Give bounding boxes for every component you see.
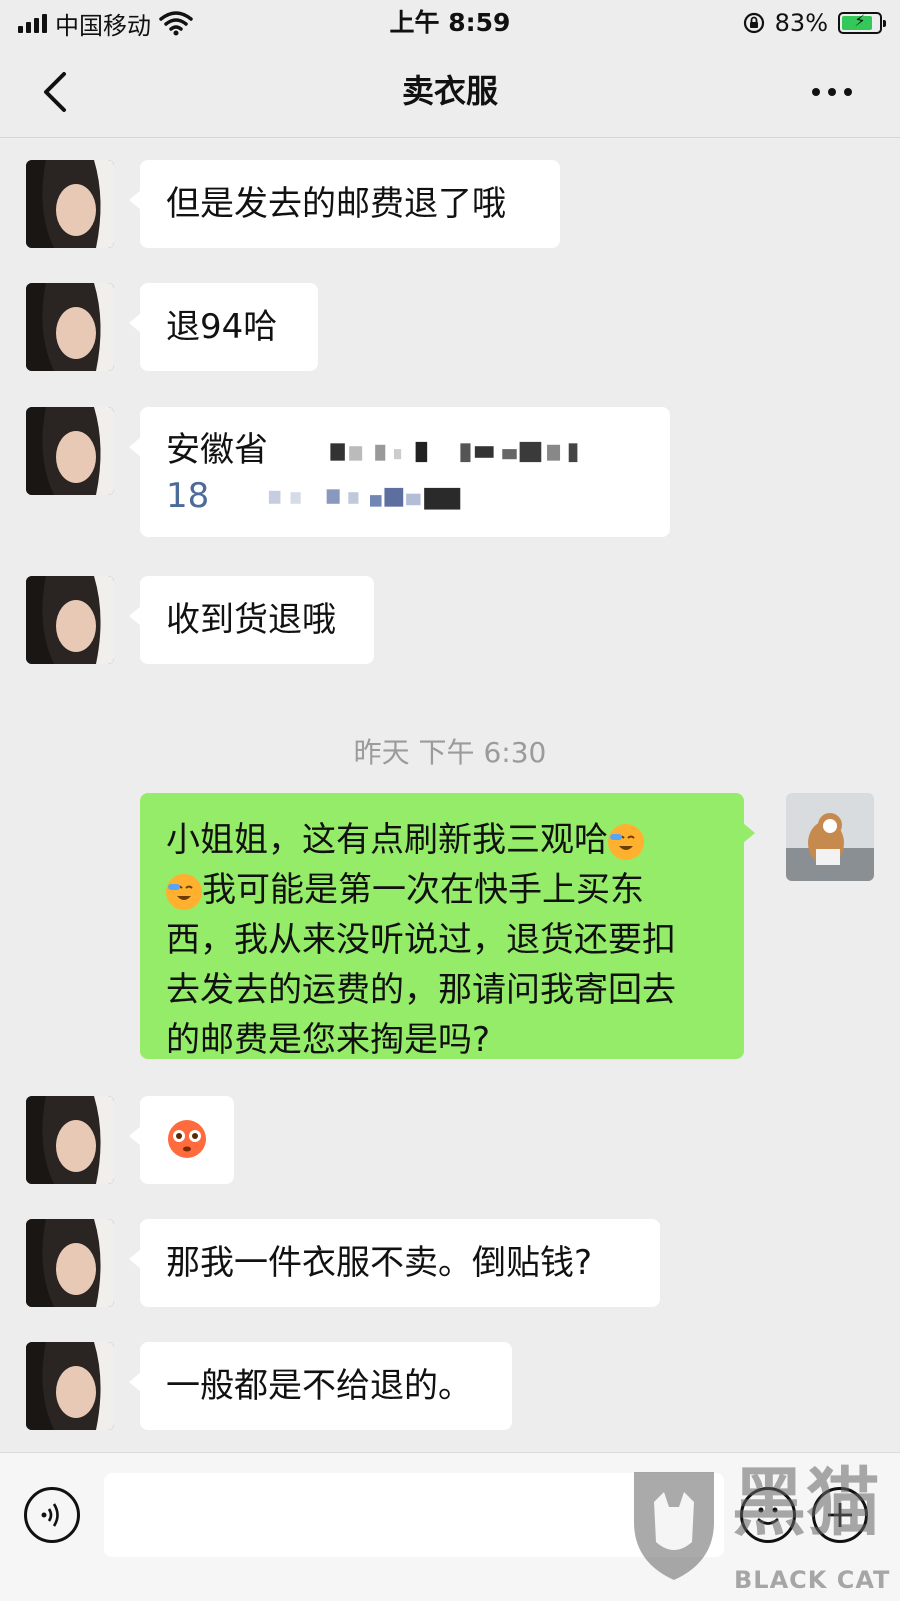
flushed-face-emoji-icon <box>168 1120 206 1158</box>
watermark: 黑猫 BLACK CAT <box>622 1458 892 1596</box>
chat-timestamp: 昨天 下午 6:30 <box>353 736 547 769</box>
message-text: 一般都是不给退的。 <box>166 1366 472 1406</box>
message-text: 去发去的运费的，那请问我寄回去 <box>166 970 676 1010</box>
message-text: 那我一件衣服不卖。倒贴钱? <box>166 1243 593 1283</box>
battery-percent: 83% <box>774 9 828 37</box>
contact-avatar[interactable] <box>26 1342 114 1430</box>
message-bubble[interactable]: 一般都是不给退的。 <box>129 1342 512 1430</box>
voice-input-button[interactable] <box>24 1487 80 1543</box>
message-text: 我可能是第一次在快手上买东 <box>202 870 644 910</box>
battery-icon: ⚡ <box>838 11 886 34</box>
facepalm-emoji-icon <box>166 873 202 910</box>
contact-avatar[interactable] <box>26 576 114 664</box>
rotation-lock-icon <box>743 12 764 34</box>
contact-avatar[interactable] <box>26 283 114 371</box>
redacted-phone <box>268 487 461 510</box>
watermark-title: 黑猫 <box>732 1460 880 1546</box>
contact-avatar[interactable] <box>26 1096 114 1184</box>
facepalm-emoji-icon <box>608 823 644 860</box>
more-icon[interactable] <box>812 88 852 96</box>
outgoing-message-bubble[interactable]: 小姐姐，这有点刷新我三观哈 我可能是第一次在快手上买东 西，我从来没听说过，退货… <box>140 793 755 1060</box>
black-cat-shield-icon <box>634 1472 714 1580</box>
my-avatar[interactable] <box>786 793 874 881</box>
message-bubble[interactable]: 退94哈 <box>129 283 318 371</box>
status-bar: 中国移动 上午 8:59 83% ⚡ <box>0 0 900 46</box>
chat-title: 卖衣服 <box>401 72 498 110</box>
message-bubble[interactable]: 收到货退哦 <box>129 576 374 664</box>
watermark-subtitle: BLACK CAT <box>734 1566 891 1594</box>
address-message-bubble[interactable]: 安徽省 18 <box>129 407 670 537</box>
phone-number-text[interactable]: 18 <box>166 476 209 516</box>
message-text: 小姐姐，这有点刷新我三观哈 <box>166 820 608 860</box>
status-right: 83% ⚡ <box>743 6 886 40</box>
charging-bolt-icon: ⚡ <box>854 11 866 30</box>
message-text: 但是发去的邮费退了哦 <box>166 184 506 224</box>
message-text: 安徽省 <box>166 430 268 470</box>
redacted-address <box>330 441 578 462</box>
message-text: 西，我从来没听说过，退货还要扣 <box>166 920 676 960</box>
message-text: 收到货退哦 <box>166 600 336 640</box>
contact-avatar[interactable] <box>26 160 114 248</box>
contact-avatar[interactable] <box>26 1219 114 1307</box>
contact-avatar[interactable] <box>26 407 114 495</box>
message-text: 退94哈 <box>166 307 278 347</box>
message-text: 的邮费是您来掏是吗? <box>166 1020 491 1060</box>
message-bubble[interactable]: 那我一件衣服不卖。倒贴钱? <box>129 1219 660 1307</box>
emoji-message-bubble[interactable] <box>129 1096 234 1184</box>
message-bubble[interactable]: 但是发去的邮费退了哦 <box>129 160 560 248</box>
voice-icon <box>41 1503 59 1527</box>
chat-header: 卖衣服 <box>0 46 900 138</box>
